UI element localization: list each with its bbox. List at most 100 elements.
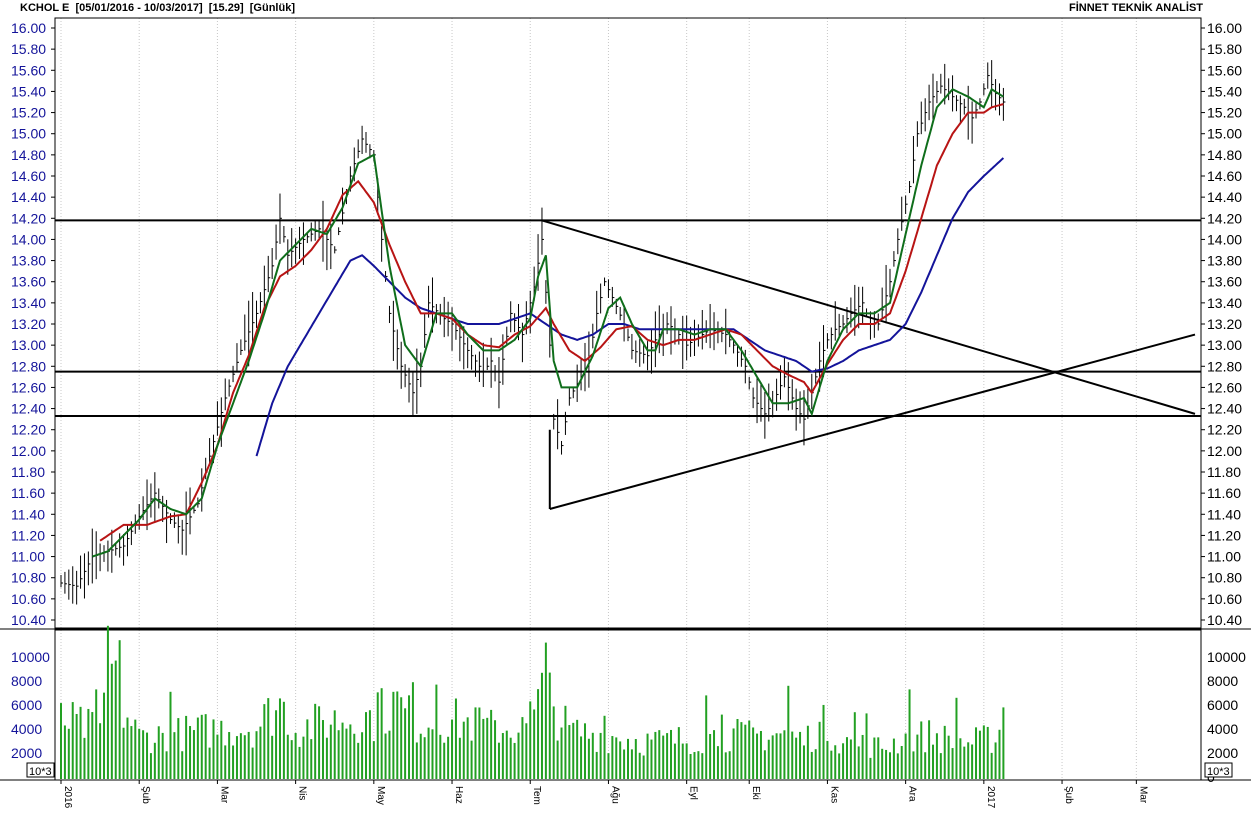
volume-bar (251, 747, 254, 779)
volume-bar (834, 745, 837, 779)
volume-bar (724, 752, 727, 779)
volume-bar (838, 753, 841, 779)
volume-tick-label: 2000 (1207, 745, 1238, 761)
volume-bar (153, 742, 156, 779)
volume-bar (451, 719, 454, 779)
price-tick-label: 11.60 (1207, 485, 1241, 501)
volume-bar (791, 731, 794, 779)
fast-moving-average-line (91, 87, 1004, 558)
volume-bar (423, 737, 426, 779)
price-tick-label: 12.40 (11, 401, 46, 417)
trend-line (541, 219, 1196, 415)
volume-bar (943, 725, 946, 779)
volume-bar (603, 715, 606, 779)
volume-bar (677, 727, 680, 779)
volume-bar (775, 733, 778, 779)
volume-bar (505, 730, 508, 779)
volume-bar (294, 732, 297, 779)
volume-bar (564, 705, 567, 779)
volume-bar (517, 732, 520, 779)
volume-bar (732, 728, 735, 779)
volume-bar (642, 755, 645, 779)
volume-bar (185, 715, 188, 779)
volume-bar (341, 722, 344, 779)
volume-bar (630, 749, 633, 779)
volume-bar (314, 703, 317, 779)
volume-bar (267, 698, 270, 779)
volume-bar (787, 685, 790, 779)
volume-bar (814, 749, 817, 779)
volume-bar (380, 688, 383, 779)
x-tick-label: Nis (297, 786, 308, 800)
volume-bar (482, 718, 485, 779)
volume-bar (462, 721, 465, 779)
volume-bar (232, 745, 235, 779)
x-tick-label: Mar (1137, 786, 1148, 804)
volume-tick-label: 8000 (11, 673, 42, 689)
price-tick-label: 11.60 (11, 485, 45, 501)
volume-bar (842, 743, 845, 779)
volume-bar (200, 714, 203, 779)
volume-bar (673, 743, 676, 779)
price-tick-label: 12.60 (1207, 379, 1242, 395)
volume-bar (427, 727, 430, 779)
volume-bar (771, 735, 774, 779)
volume-bar (540, 672, 543, 779)
volume-bar (239, 733, 242, 779)
price-tick-label: 12.00 (11, 443, 46, 459)
x-tick-label: May (375, 786, 386, 805)
volume-bar (670, 729, 673, 779)
volume-bar (720, 714, 723, 779)
x-tick-label: 2016 (62, 786, 73, 809)
volume-bar (1002, 707, 1005, 779)
volume-bar (368, 710, 371, 779)
volume-tick-label: 10000 (11, 649, 50, 665)
price-tick-label: 14.40 (1207, 189, 1242, 205)
volume-bar (744, 724, 747, 779)
volume-bar (157, 726, 160, 779)
volume-bar (767, 739, 770, 779)
volume-bar (662, 735, 665, 779)
moving-averages (91, 87, 1005, 558)
x-tick-label: Ara (907, 786, 918, 802)
price-tick-label: 14.80 (11, 147, 46, 163)
price-tick-label: 12.20 (11, 422, 46, 438)
volume-bar (955, 697, 958, 779)
volume-bar (388, 730, 391, 779)
volume-bar (165, 751, 168, 779)
price-tick-label: 14.20 (11, 210, 46, 226)
volume-bar (419, 733, 422, 779)
volume-bar (908, 689, 911, 779)
price-tick-label: 14.20 (1207, 210, 1242, 226)
volume-bar (345, 728, 348, 779)
volume-bar (509, 737, 512, 779)
volume-bar (619, 741, 622, 779)
volume-bar (853, 712, 856, 779)
volume-bar (740, 722, 743, 779)
price-tick-label: 14.40 (11, 189, 46, 205)
volume-bar (278, 698, 281, 779)
volume-bar (932, 744, 935, 779)
volume-bar (920, 721, 923, 779)
volume-bar (494, 720, 497, 779)
volume-tick-label: 6000 (11, 697, 42, 713)
volume-bar (474, 707, 477, 779)
volume-bar (404, 708, 407, 779)
x-tick-label: Haz (453, 786, 464, 804)
volume-bar (282, 701, 285, 779)
volume-bar (71, 702, 74, 779)
price-tick-label: 11.00 (11, 549, 45, 565)
volume-bar (103, 692, 106, 779)
chart-frame (0, 17, 1251, 781)
volume-bar (763, 750, 766, 779)
volume-bar (216, 734, 219, 779)
volume-bar (971, 744, 974, 779)
volume-bar (149, 753, 152, 779)
volume-bar (713, 730, 716, 779)
price-tick-label: 14.00 (11, 231, 46, 247)
x-tick-label: Eki (750, 786, 761, 800)
volume-bar (310, 739, 313, 779)
volume-bar (349, 724, 352, 779)
price-tick-label: 10.60 (1207, 591, 1242, 607)
volume-bar (951, 748, 954, 779)
